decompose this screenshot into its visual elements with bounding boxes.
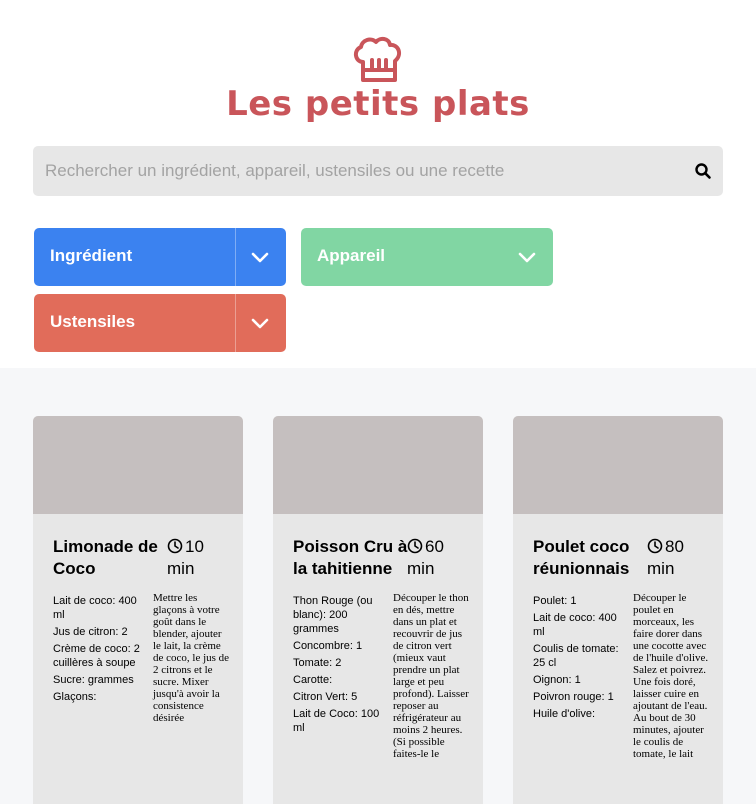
recipe-image-placeholder (33, 416, 243, 514)
search-icon[interactable] (694, 162, 712, 180)
recipe-title: Poulet coco réunionnais (533, 537, 630, 578)
clock-icon (167, 538, 183, 554)
recipe-time-value: 60 (425, 537, 444, 556)
filter-ingredient[interactable]: Ingrédient (34, 228, 286, 286)
ingredient-item: Crème de coco: 2 cuillères à soupe (53, 643, 140, 669)
filter-ingredient-label: Ingrédient (50, 246, 133, 265)
ingredient-item: Citron Vert: 5 (293, 691, 358, 703)
ingredient-list: Lait de coco: 400 ml Jus de citron: 2 Cr… (53, 594, 145, 707)
ingredient-item: Carotte: (293, 674, 333, 686)
recipe-image-placeholder (273, 416, 483, 514)
filter-divider (235, 228, 236, 286)
recipe-description: Mettre les glaçons à votre goût dans le … (153, 592, 230, 724)
recipe-description: Découper le poulet en morceaux, les fair… (633, 592, 709, 760)
filter-divider (235, 294, 236, 352)
site-title: Les petits plats (226, 84, 530, 124)
ingredient-list: Poulet: 1 Lait de coco: 400 ml Coulis de… (533, 594, 625, 724)
ingredient-item: Poulet: 1 (533, 595, 577, 607)
ingredient-item: Poivron rouge: 1 (533, 691, 614, 703)
recipe-title: Limonade de Coco (53, 537, 158, 578)
recipe-time-unit: min (647, 559, 675, 578)
recipe-time-unit: min (167, 559, 195, 578)
ingredient-item: Huile d'olive: (533, 708, 596, 720)
site-header: Les petits plats (0, 0, 756, 130)
filter-ustensiles[interactable]: Ustensiles (34, 294, 286, 352)
recipe-image-placeholder (513, 416, 723, 514)
ingredient-item: Lait de coco: 400 ml (533, 612, 617, 638)
search-bar (33, 146, 723, 196)
chevron-down-icon[interactable] (517, 248, 537, 266)
ingredient-item: Jus de citron: 2 (53, 626, 128, 638)
recipe-time: 60 min (407, 536, 477, 580)
recipe-time-unit: min (407, 559, 435, 578)
chevron-down-icon[interactable] (250, 314, 270, 332)
recipe-time: 10 min (167, 536, 237, 580)
chevron-down-icon[interactable] (250, 248, 270, 266)
recipe-card[interactable]: Poulet coco réunionnais 80 min Poulet: 1 … (513, 416, 723, 804)
ingredient-item: Sucre: grammes (53, 674, 134, 686)
ingredient-item: Oignon: 1 (533, 674, 581, 686)
ingredient-item: Concombre: 1 (293, 640, 363, 652)
ingredient-item: Lait de Coco: 100 ml (293, 708, 380, 734)
ingredient-item: Tomate: 2 (293, 657, 342, 669)
clock-icon (407, 538, 423, 554)
recipe-time: 80 min (647, 536, 717, 580)
chef-hat-icon (354, 36, 402, 82)
ingredient-item: Coulis de tomate: 25 cl (533, 643, 619, 669)
search-input[interactable] (33, 146, 683, 196)
recipe-description: Découper le thon en dés, mettre dans un … (393, 592, 469, 760)
ingredient-list: Thon Rouge (ou blanc): 200 grammes Conco… (293, 594, 385, 738)
recipe-card[interactable]: Limonade de Coco 10 min Lait de coco: 400… (33, 416, 243, 804)
filter-appareil[interactable]: Appareil (301, 228, 553, 286)
recipe-card[interactable]: Poisson Cru à la tahitienne 60 min Thon R… (273, 416, 483, 804)
filter-appareil-label: Appareil (317, 246, 386, 265)
recipe-title: Poisson Cru à la tahitienne (293, 537, 408, 578)
recipe-time-value: 80 (665, 537, 684, 556)
recipe-time-value: 10 (185, 537, 204, 556)
clock-icon (647, 538, 663, 554)
ingredient-item: Glaçons: (53, 691, 97, 703)
ingredient-item: Lait de coco: 400 ml (53, 595, 137, 621)
filter-ustensiles-label: Ustensiles (50, 312, 136, 331)
ingredient-item: Thon Rouge (ou blanc): 200 grammes (293, 595, 373, 635)
